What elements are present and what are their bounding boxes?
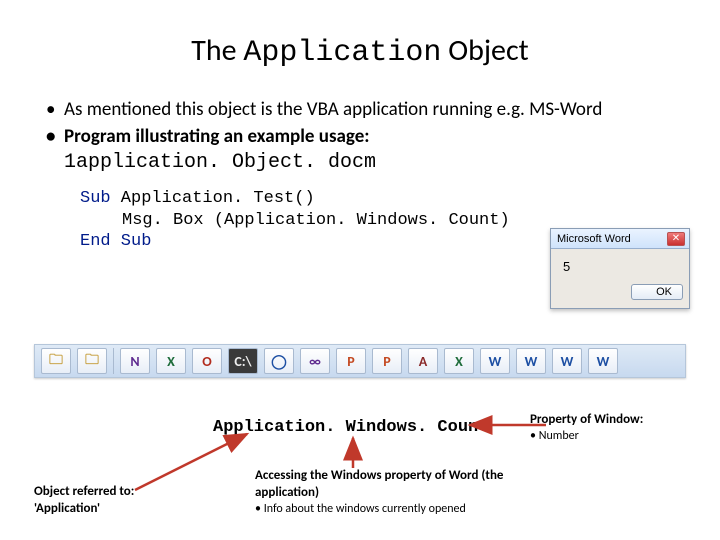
msgbox-dialog: Microsoft Word ✕ 5 OK [550,228,690,309]
title-pre: The [191,32,243,69]
terminal-icon[interactable]: C:\ [228,348,258,374]
code-l3b: Sub [111,232,152,251]
folder-icon[interactable]: 🗀 [77,348,107,374]
word-icon[interactable]: W [516,348,546,374]
title-mono: Application [243,36,441,70]
word-icon[interactable]: W [552,348,582,374]
access-icon[interactable]: A [408,348,438,374]
code-l1b: Application. Test() [111,189,315,208]
code-l2: Msg. Box (Application. Windows. Count) [80,210,510,231]
dialog-titlebar[interactable]: Microsoft Word ✕ [551,229,689,249]
folder-icon[interactable]: 🗀 [41,348,71,374]
excel-icon[interactable]: X [444,348,474,374]
visualstudio-icon[interactable]: ∞ [300,348,330,374]
opera-icon[interactable]: O [192,348,222,374]
excel-icon[interactable]: X [156,348,186,374]
taskbar: 🗀🗀NXOC:\◯∞PPAXWWWW [34,344,686,378]
taskbar-separator [113,348,114,374]
annot-right-title: Property of Window: [530,412,690,429]
annot-left-l1: Object referred to: [34,484,194,501]
bullet-list: As mentioned this object is the VBA appl… [46,98,682,149]
close-icon[interactable]: ✕ [667,232,685,246]
annot-left-l2: 'Application' [34,501,194,518]
dialog-body: 5 [551,249,689,280]
messenger-icon[interactable]: ◯ [264,348,294,374]
annot-mid-sub: Info about the windows currently opened [255,502,555,518]
onenote-icon[interactable]: N [120,348,150,374]
expression-text: Application. Windows. Count [213,418,488,437]
annotation-property: Property of Window: Number [530,412,690,444]
word-icon[interactable]: W [480,348,510,374]
annotation-object: Object referred to: 'Application' [34,484,194,518]
annot-mid-title: Accessing the Windows property of Word (… [255,468,555,502]
bullet-1: As mentioned this object is the VBA appl… [46,98,682,123]
title-post: Object [441,32,528,69]
bullet-2: Program illustrating an example usage: [46,125,682,150]
dialog-title-text: Microsoft Word [557,233,631,245]
powerpoint-icon[interactable]: P [372,348,402,374]
example-filename: 1application. Object. docm [64,151,682,174]
word-icon[interactable]: W [588,348,618,374]
annot-right-sub: Number [530,429,690,445]
code-kw-end: End [80,232,111,251]
powerpoint-icon[interactable]: P [336,348,366,374]
slide-title: The Application Object [38,32,682,70]
ok-button[interactable]: OK [631,284,683,300]
code-kw-sub: Sub [80,189,111,208]
annotation-accessing: Accessing the Windows property of Word (… [255,468,555,517]
